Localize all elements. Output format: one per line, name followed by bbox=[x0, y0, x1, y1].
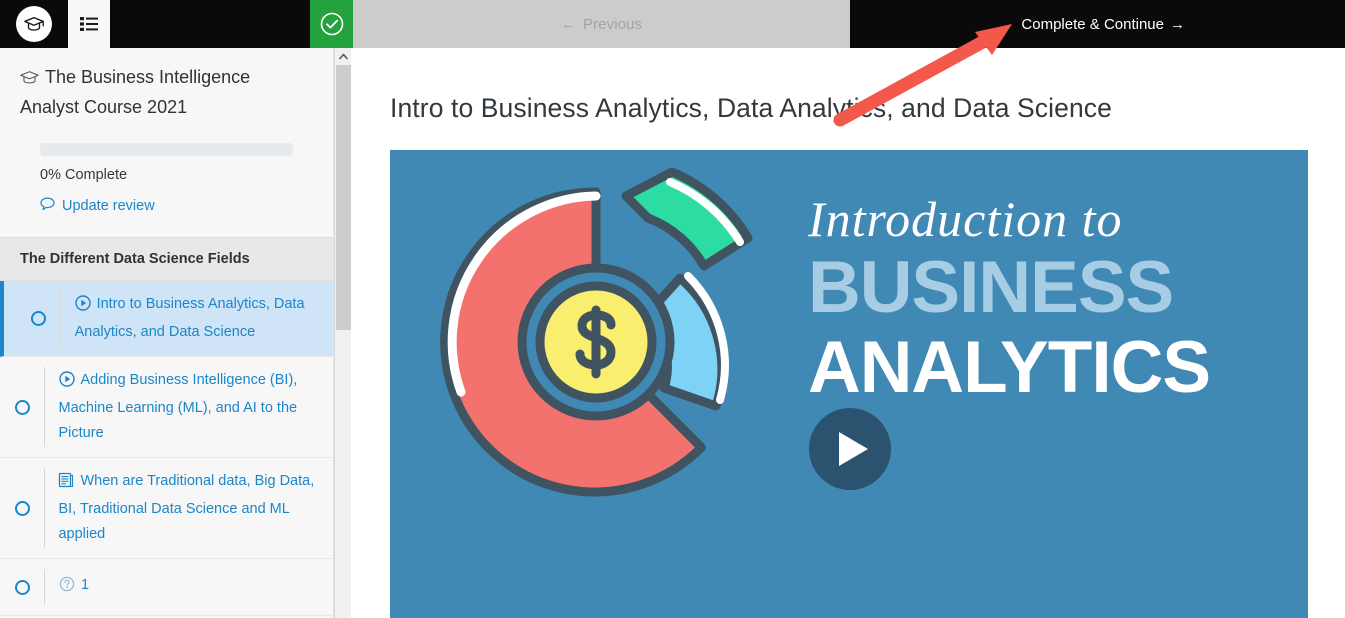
play-circle-icon bbox=[74, 295, 91, 320]
lesson-body: 1 bbox=[45, 562, 333, 612]
lesson-label: 1 bbox=[81, 577, 90, 593]
lesson-label: Intro to Business Analytics, Data Analyt… bbox=[74, 296, 305, 340]
lesson-status-toggle[interactable] bbox=[0, 399, 44, 415]
previous-button[interactable]: ← Previous bbox=[353, 0, 850, 48]
chevron-up-icon bbox=[338, 53, 348, 60]
graduation-cap-icon bbox=[20, 67, 39, 94]
sidebar-scrollbar[interactable] bbox=[334, 48, 351, 618]
empty-circle-icon bbox=[14, 579, 30, 595]
lecture-video-thumbnail[interactable]: Introduction to BUSINESS ANALYTICS bbox=[390, 150, 1308, 618]
speech-bubble-icon bbox=[40, 197, 55, 215]
right-arrow-icon: → bbox=[1170, 15, 1185, 33]
empty-circle-icon bbox=[14, 399, 30, 415]
video-intro-text: Introduction to bbox=[808, 191, 1123, 247]
video-word-analytics: ANALYTICS bbox=[808, 327, 1211, 408]
lesson-complete-toggle[interactable] bbox=[310, 0, 353, 48]
update-review-link[interactable]: Update review bbox=[40, 197, 293, 215]
quiz-question-icon bbox=[59, 576, 75, 601]
empty-circle-icon bbox=[30, 311, 46, 326]
page-title: Intro to Business Analytics, Data Analyt… bbox=[390, 93, 1112, 123]
logo-circle bbox=[16, 6, 52, 42]
sidebar-lesson-intro-to-business-analytics[interactable]: Intro to Business Analytics, Data Analyt… bbox=[0, 281, 333, 357]
lesson-body: Intro to Business Analytics, Data Analyt… bbox=[61, 281, 333, 356]
course-title-text: The Business Intelligence Analyst Course… bbox=[20, 67, 251, 117]
check-circle-icon bbox=[320, 12, 343, 36]
section-header: The Different Data Science Fields bbox=[0, 237, 333, 281]
donut-chart-with-dollar-coin bbox=[440, 167, 753, 497]
list-menu-icon bbox=[80, 17, 98, 31]
left-arrow-icon: ← bbox=[560, 15, 576, 33]
update-review-label: Update review bbox=[62, 198, 155, 214]
previous-button-label: Previous bbox=[582, 15, 643, 33]
main-content: Intro to Business Analytics, Data Analyt… bbox=[351, 48, 1345, 618]
sidebar-lesson-when-are-traditional-data-applied[interactable]: When are Traditional data, Big Data, BI,… bbox=[0, 458, 333, 559]
course-title: The Business Intelligence Analyst Course… bbox=[20, 64, 313, 121]
lesson-status-toggle[interactable] bbox=[0, 500, 44, 516]
top-navigation-bar: ← Previous Complete & Continue → bbox=[0, 0, 1345, 48]
complete-and-continue-button[interactable]: Complete & Continue → bbox=[1021, 16, 1185, 33]
sidebar-lesson-quiz-1[interactable]: 1 bbox=[0, 559, 333, 616]
topbar-spacer bbox=[110, 0, 310, 48]
lesson-label: When are Traditional data, Big Data, BI,… bbox=[58, 473, 315, 542]
site-logo[interactable] bbox=[0, 0, 68, 48]
video-title-block: Introduction to BUSINESS ANALYTICS bbox=[808, 190, 1288, 408]
progress-percent-label: 0% Complete bbox=[40, 167, 128, 183]
complete-and-continue-label: Complete & Continue bbox=[1021, 15, 1164, 33]
lesson-status-toggle[interactable] bbox=[16, 311, 60, 326]
empty-circle-icon bbox=[14, 500, 30, 516]
lesson-body: When are Traditional data, Big Data, BI,… bbox=[44, 458, 333, 558]
sidebar-lesson-adding-bi-ml-ai[interactable]: Adding Business Intelligence (BI), Machi… bbox=[0, 357, 333, 458]
course-progress-bar bbox=[40, 143, 293, 156]
lesson-label: Adding Business Intelligence (BI), Machi… bbox=[58, 372, 298, 441]
lesson-status-toggle[interactable] bbox=[0, 579, 44, 595]
next-button-area: Complete & Continue → bbox=[850, 0, 1345, 48]
video-play-button[interactable] bbox=[809, 408, 891, 490]
lesson-body: Adding Business Intelligence (BI), Machi… bbox=[45, 357, 334, 457]
course-sidebar: The Business Intelligence Analyst Course… bbox=[0, 48, 334, 618]
play-button-icon bbox=[839, 432, 868, 466]
scrollbar-thumb[interactable] bbox=[336, 65, 351, 330]
play-circle-icon bbox=[58, 371, 75, 396]
video-word-business: BUSINESS bbox=[808, 247, 1174, 328]
document-text-icon bbox=[58, 472, 74, 497]
graduation-cap-icon bbox=[24, 16, 44, 31]
course-header: The Business Intelligence Analyst Course… bbox=[0, 48, 333, 215]
scrollbar-up-arrow[interactable] bbox=[335, 48, 351, 65]
course-contents-toggle[interactable] bbox=[68, 0, 110, 48]
